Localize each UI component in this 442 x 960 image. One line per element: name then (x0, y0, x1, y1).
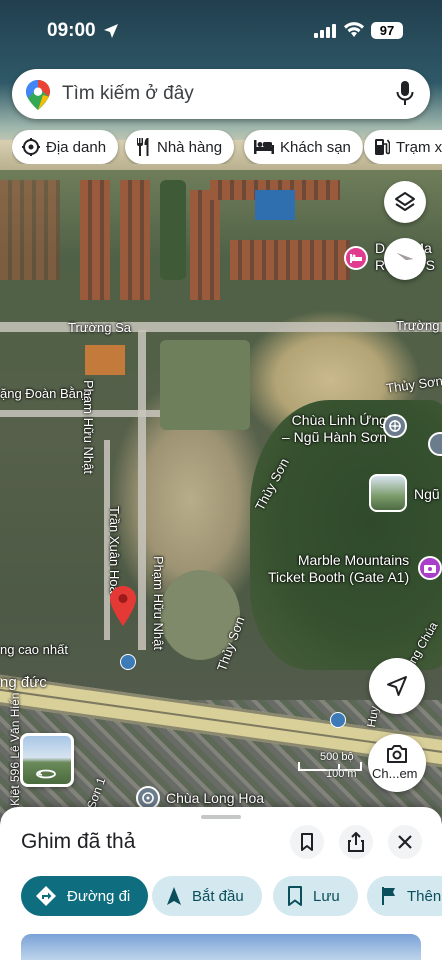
landmark-icon (22, 138, 40, 156)
save-bookmark-button[interactable] (290, 825, 324, 859)
close-button[interactable] (388, 825, 422, 859)
pool (255, 190, 295, 220)
street-label: ng đức (0, 674, 47, 691)
hotel-icon (254, 140, 274, 154)
dropped-pin-icon[interactable] (110, 586, 136, 626)
status-bar: 09:00 97 (0, 0, 442, 58)
start-button[interactable]: Bắt đầu (152, 876, 262, 916)
location-arrow-icon (104, 24, 118, 38)
chip-restaurants[interactable]: Nhà hàng (125, 130, 235, 164)
save-button[interactable]: Lưu (273, 876, 358, 916)
chip-gas-stations[interactable]: Trạm xă (364, 130, 442, 164)
resort-building (80, 180, 110, 300)
poi-name: Chùa Linh Ứng (291, 412, 387, 428)
cellular-signal-icon (314, 24, 336, 38)
directions-button[interactable]: Đường đi (21, 876, 149, 916)
chip-hotels[interactable]: Khách sạn (244, 130, 363, 164)
scale-feet-label: 500 bộ (320, 751, 354, 763)
action-label: Thên (407, 887, 442, 905)
bottom-sheet[interactable]: Ghim đã thả Đường đi Bắt đầu Lưu Thên (0, 807, 442, 960)
sheet-title: Ghim đã thả (21, 830, 136, 853)
street-label: Phạm Hữu Nhật (81, 380, 96, 474)
street-label: ng cao nhất (0, 642, 68, 657)
resort-building (120, 180, 150, 300)
chua-long-hoa-label[interactable]: Chùa Long Hoa (166, 790, 264, 807)
poi-photo-thumbnail[interactable] (369, 474, 407, 512)
sheet-drag-handle[interactable] (201, 815, 241, 819)
layers-button[interactable] (384, 181, 426, 223)
scale-meters-label: 100 m (326, 768, 357, 780)
street-label: Phạm Hữu Nhật (151, 556, 166, 650)
share-button[interactable] (339, 825, 373, 859)
category-chips: Địa danh Nhà hàng Khách sạn Trạm xă (12, 130, 442, 164)
camera-icon (424, 565, 436, 573)
chip-label: Khách sạn (280, 138, 351, 156)
resort-building (190, 190, 220, 300)
360-rotate-icon (36, 769, 56, 779)
poi-name: Marble Mountains (297, 552, 410, 568)
compass-button[interactable] (384, 238, 426, 280)
road (138, 330, 146, 650)
chip-label: Nhà hàng (157, 138, 223, 156)
street-label: Trần Xuân Hoà (107, 506, 122, 594)
directions-icon (36, 886, 56, 906)
my-location-button[interactable] (369, 658, 425, 714)
lens-label: Ch...em (372, 766, 418, 781)
chip-label: Địa danh (46, 138, 107, 156)
restaurant-icon (137, 138, 149, 156)
battery-indicator: 97 (371, 22, 403, 39)
chip-label: Trạm xă (396, 138, 442, 156)
navigation-arrow-icon (387, 676, 407, 696)
chua-linh-ung-label[interactable]: Chùa Linh Ứng – Ngũ Hành Sơn (282, 412, 387, 446)
villa-block (0, 180, 60, 280)
search-bar[interactable]: Tìm kiếm ở đây (12, 69, 430, 119)
camera-search-icon (387, 745, 407, 763)
compass-icon (397, 253, 413, 260)
add-label-button[interactable]: Thên (367, 876, 442, 916)
bookmark-icon (288, 886, 302, 906)
share-icon (348, 832, 364, 852)
flag-icon (382, 887, 395, 905)
google-maps-logo-icon (26, 80, 50, 110)
lens-button[interactable] (368, 734, 426, 792)
bus-stop-icon[interactable] (330, 712, 346, 728)
building (85, 345, 125, 375)
navigation-icon (167, 887, 181, 905)
temple-poi-icon[interactable] (383, 414, 407, 438)
action-label: Bắt đầu (192, 887, 244, 905)
microphone-icon[interactable] (396, 81, 414, 107)
layers-icon (395, 192, 415, 211)
place-photo-preview[interactable] (21, 934, 421, 960)
road (0, 322, 442, 332)
chip-landmarks[interactable]: Địa danh (12, 130, 119, 164)
street-label: ặng Đoàn Bằng (0, 386, 91, 401)
gas-station-icon (375, 139, 390, 155)
park (160, 340, 250, 430)
bookmark-icon (301, 833, 313, 851)
action-buttons-row: Đường đi Bắt đầu Lưu Thên (21, 876, 442, 916)
dharma-wheel-icon (142, 792, 154, 804)
hotel-poi-icon[interactable] (344, 246, 368, 270)
street-label: Thủy Sơn (385, 373, 442, 396)
poi-name: Ticket Booth (Gate A1) (268, 569, 410, 585)
action-label: Lưu (313, 887, 340, 905)
street-view-thumbnail[interactable] (20, 733, 74, 787)
action-label: Đường đi (67, 887, 131, 905)
green-area (160, 180, 186, 280)
close-icon (398, 835, 412, 849)
clock: 09:00 (47, 20, 96, 41)
bed-icon (350, 254, 362, 263)
marble-mountains-label[interactable]: Marble Mountains Ticket Booth (Gate A1) (268, 552, 409, 586)
resort-building (230, 240, 350, 280)
ngu-label[interactable]: Ngũ (414, 486, 440, 503)
search-input[interactable]: Tìm kiếm ở đây (62, 83, 194, 105)
dharma-wheel-icon (389, 420, 401, 432)
street-label: Trường Sa (68, 320, 131, 335)
ticket-poi-icon[interactable] (418, 556, 442, 580)
wifi-icon (344, 22, 364, 37)
street-label: Trường (396, 318, 440, 333)
bus-stop-icon[interactable] (120, 654, 136, 670)
poi-name: – Ngũ Hành Sơn (282, 429, 387, 445)
